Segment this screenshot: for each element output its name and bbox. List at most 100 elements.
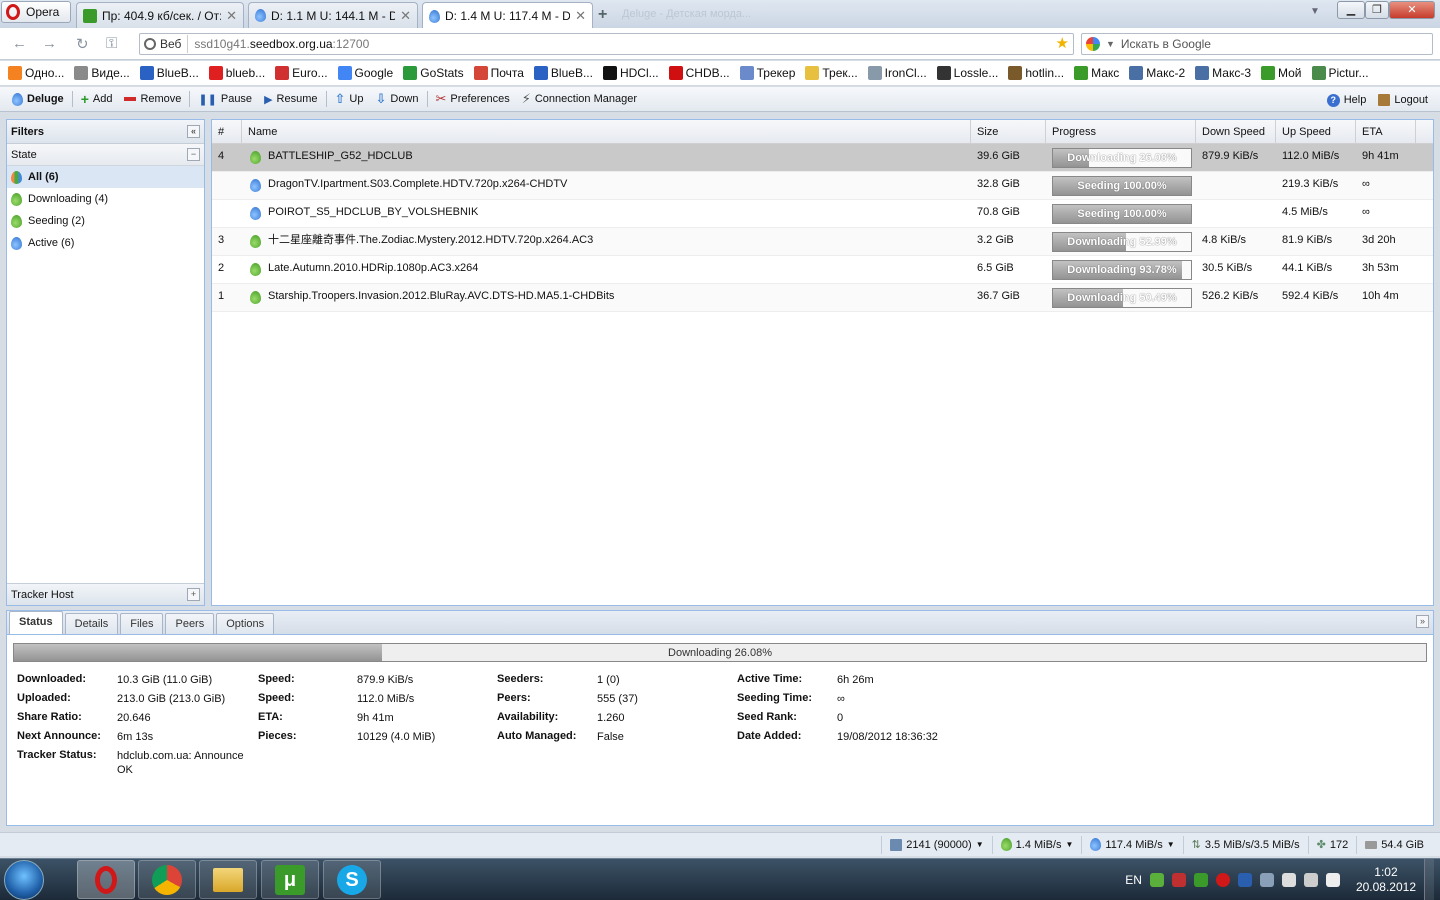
torrent-row[interactable]: 2 Late.Autumn.2010.HDRip.1080p.AC3.x264 6.… bbox=[212, 256, 1433, 284]
bookmark-star-icon[interactable]: ★ bbox=[1056, 34, 1069, 52]
bookmark-item[interactable]: Google bbox=[337, 66, 393, 80]
bookmark-item[interactable]: GoStats bbox=[403, 66, 464, 80]
collapse-down-icon[interactable]: » bbox=[1416, 615, 1429, 628]
column-header-up-speed[interactable]: Up Speed bbox=[1276, 120, 1356, 143]
collapse-state-icon[interactable]: − bbox=[187, 148, 200, 161]
connection-manager-button[interactable]: ⚡ Connection Manager bbox=[516, 89, 643, 109]
volume-icon[interactable] bbox=[1325, 873, 1340, 887]
remove-button[interactable]: Remove bbox=[118, 89, 187, 109]
expand-tracker-icon[interactable]: + bbox=[187, 588, 200, 601]
bookmark-item[interactable]: Lossle... bbox=[936, 66, 998, 80]
site-info-badge[interactable]: Веб bbox=[144, 35, 189, 53]
tracker-host-header[interactable]: Tracker Host + bbox=[7, 583, 204, 605]
new-tab-icon[interactable]: + bbox=[598, 6, 607, 24]
column-header-down-speed[interactable]: Down Speed bbox=[1196, 120, 1276, 143]
show-desktop-button[interactable] bbox=[1424, 859, 1434, 900]
network-tray-icon[interactable] bbox=[1303, 873, 1318, 887]
filter-seeding[interactable]: Seeding (2) bbox=[7, 210, 204, 232]
url-input[interactable]: Веб ssd10g41.seedbox.org.ua:12700 ★ bbox=[139, 33, 1074, 55]
column-header-progress[interactable]: Progress bbox=[1046, 120, 1196, 143]
queue-down-button[interactable]: ⇩ Down bbox=[369, 89, 424, 109]
tab-files[interactable]: Files bbox=[120, 613, 164, 634]
collapse-left-icon[interactable]: « bbox=[187, 125, 200, 138]
bookmark-item[interactable]: Трек... bbox=[805, 66, 858, 80]
bookmark-item[interactable]: CHDB... bbox=[668, 66, 730, 80]
bookmark-item[interactable]: Почта bbox=[473, 66, 524, 80]
torrent-row[interactable]: 4 BATTLESHIP_G52_HDCLUB 39.6 GiB 879.9 KiB/… bbox=[212, 144, 1433, 172]
forward-arrow-icon[interactable]: → bbox=[42, 35, 57, 52]
torrent-row[interactable]: DragonTV.Ipartment.S03.Complete.HDTV.720… bbox=[212, 172, 1433, 200]
bookmark-item[interactable]: Макс bbox=[1074, 66, 1119, 80]
queue-up-button[interactable]: ⇧ Up bbox=[329, 89, 370, 109]
taskbar-utorrent[interactable]: μ bbox=[261, 860, 319, 899]
language-indicator[interactable]: EN bbox=[1125, 873, 1142, 887]
bookmark-item[interactable]: hotlin... bbox=[1008, 66, 1064, 80]
search-engine-chevron-icon[interactable]: ▼ bbox=[1106, 39, 1115, 49]
maximize-button[interactable]: ❐ bbox=[1365, 1, 1389, 19]
add-button[interactable]: + Add bbox=[75, 89, 119, 109]
tray-antivirus-icon[interactable] bbox=[1171, 873, 1186, 887]
opera-menu-button[interactable]: Opera bbox=[1, 1, 71, 23]
tray-app-icon[interactable] bbox=[1149, 873, 1164, 887]
column-header-name[interactable]: Name bbox=[242, 120, 971, 143]
help-button[interactable]: ? Help bbox=[1321, 90, 1373, 110]
resume-button[interactable]: ▶ Resume bbox=[258, 89, 323, 109]
close-window-button[interactable]: ✕ bbox=[1389, 1, 1435, 19]
column-header-eta[interactable]: ETA bbox=[1356, 120, 1416, 143]
tab-status[interactable]: Status bbox=[9, 611, 63, 634]
close-tab-icon[interactable]: ✕ bbox=[226, 8, 237, 24]
bookmark-item[interactable]: blueb... bbox=[208, 66, 265, 80]
back-arrow-icon[interactable]: ← bbox=[12, 35, 27, 52]
bookmark-item[interactable]: Макс-3 bbox=[1195, 66, 1251, 80]
bookmark-item[interactable]: Макс-2 bbox=[1129, 66, 1185, 80]
bluetooth-icon[interactable] bbox=[1237, 873, 1252, 887]
taskbar-opera[interactable] bbox=[77, 860, 135, 899]
bookmark-item[interactable]: IronCl... bbox=[867, 66, 927, 80]
minimize-button[interactable]: ▁ bbox=[1337, 1, 1365, 19]
close-tab-icon[interactable]: ✕ bbox=[400, 8, 411, 24]
close-tab-icon[interactable]: ✕ bbox=[575, 8, 586, 24]
tab-peers[interactable]: Peers bbox=[165, 613, 215, 634]
filter-downloading[interactable]: Downloading (4) bbox=[7, 188, 204, 210]
filter-all[interactable]: All (6) bbox=[7, 166, 204, 188]
start-button[interactable] bbox=[4, 860, 44, 900]
bookmark-item[interactable]: Виде... bbox=[74, 66, 130, 80]
preferences-button[interactable]: ✂ Preferences bbox=[430, 89, 516, 109]
taskbar-explorer[interactable] bbox=[199, 860, 257, 899]
tab-options[interactable]: Options bbox=[216, 613, 275, 634]
bookmark-item[interactable]: Одно... bbox=[8, 66, 64, 80]
filter-active[interactable]: Active (6) bbox=[7, 232, 204, 254]
taskbar-chrome[interactable] bbox=[138, 860, 196, 899]
key-icon[interactable]: ⚿ bbox=[106, 35, 117, 52]
column-header-number[interactable]: # bbox=[212, 120, 242, 143]
search-input[interactable]: ▼ Искать в Google bbox=[1081, 33, 1433, 55]
bookmark-item[interactable]: HDCl... bbox=[602, 66, 659, 80]
action-center-flag-icon[interactable] bbox=[1281, 873, 1296, 887]
bookmark-item[interactable]: BlueB... bbox=[139, 66, 199, 80]
bookmark-item[interactable]: Euro... bbox=[275, 66, 328, 80]
down-speed-button[interactable]: 1.4 MiB/s ▼ bbox=[991, 835, 1082, 854]
browser-tab-3[interactable]: D: 1.4 M U: 117.4 M - D... ✕ bbox=[422, 2, 593, 29]
tab-details[interactable]: Details bbox=[64, 613, 119, 634]
column-header-size[interactable]: Size bbox=[971, 120, 1046, 143]
bookmark-item[interactable]: Мой bbox=[1261, 66, 1302, 80]
taskbar-skype[interactable]: S bbox=[323, 860, 381, 899]
torrent-row[interactable]: 3 十二星座離奇事件.The.Zodiac.Mystery.2012.HDTV.7… bbox=[212, 228, 1433, 256]
pause-button[interactable]: ❚❚ Pause bbox=[192, 89, 258, 109]
clock[interactable]: 1:02 20.08.2012 bbox=[1356, 865, 1416, 895]
tray-device-icon[interactable] bbox=[1259, 873, 1274, 887]
tray-opera-icon[interactable] bbox=[1215, 873, 1230, 887]
reload-icon[interactable]: ↻ bbox=[76, 35, 89, 53]
browser-tab-1[interactable]: Пр: 404.9 кб/сек. / От: ✕ bbox=[76, 2, 244, 28]
connections-button[interactable]: 2141 (90000) ▼ bbox=[881, 835, 991, 854]
tab-list-chevron-icon[interactable]: ▼ bbox=[1310, 6, 1320, 17]
logout-button[interactable]: Logout bbox=[1372, 90, 1434, 110]
torrent-row[interactable]: 1 Starship.Troopers.Invasion.2012.BluRay.… bbox=[212, 284, 1433, 312]
torrent-row[interactable]: POIROT_S5_HDCLUB_BY_VOLSHEBNIK 70.8 GiB 4.… bbox=[212, 200, 1433, 228]
bookmark-item[interactable]: Трекер bbox=[739, 66, 795, 80]
tray-utorrent-icon[interactable] bbox=[1193, 873, 1208, 887]
up-speed-button[interactable]: 117.4 MiB/s ▼ bbox=[1081, 835, 1182, 854]
deluge-logo-button[interactable]: Deluge bbox=[6, 89, 70, 109]
browser-tab-2[interactable]: D: 1.1 M U: 144.1 M - D... ✕ bbox=[248, 2, 418, 28]
bookmark-item[interactable]: BlueB... bbox=[533, 66, 593, 80]
